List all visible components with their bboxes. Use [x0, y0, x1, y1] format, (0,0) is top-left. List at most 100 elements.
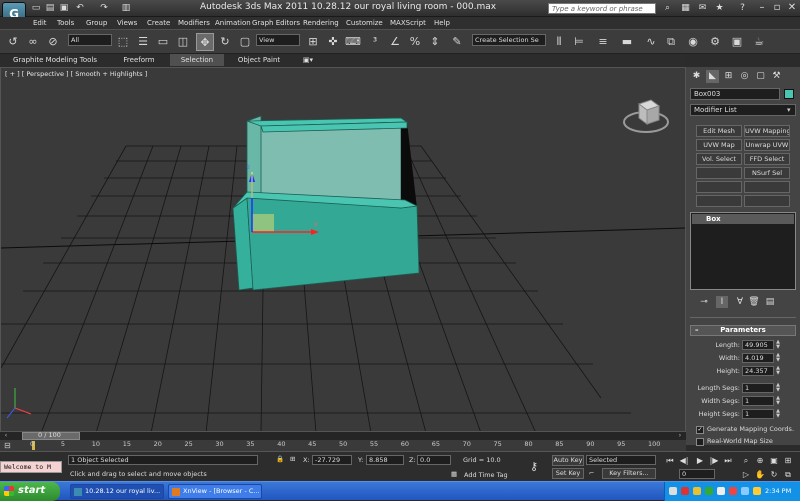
pin-stack-icon[interactable]: ⊸ [698, 296, 710, 308]
length-segs-field[interactable]: 1 [742, 383, 774, 393]
modifier-button-empty[interactable] [696, 195, 742, 207]
tray-alert-icon[interactable] [729, 487, 737, 495]
tray-volume-icon[interactable] [717, 487, 725, 495]
height-field[interactable]: 24.357 [742, 366, 774, 376]
modifier-stack[interactable]: Box [690, 212, 796, 290]
open-file-icon[interactable]: ▤ [44, 2, 56, 14]
modifier-button-empty[interactable] [696, 167, 742, 179]
object-name-field[interactable]: Box003 [690, 88, 780, 100]
menu-animation[interactable]: Animation [215, 17, 251, 29]
width-spinner[interactable]: ▲ ▼ [775, 353, 781, 363]
mini-curve-editor-icon[interactable]: ⊟ [4, 440, 20, 451]
set-key-button[interactable]: Set Key [552, 468, 584, 479]
graphite-ribbon-icon[interactable]: ▬ [618, 33, 636, 51]
menu-group[interactable]: Group [86, 17, 107, 29]
menu-rendering[interactable]: Rendering [303, 17, 339, 29]
tray-network-icon[interactable] [669, 487, 677, 495]
utilities-tab-icon[interactable]: ⚒ [770, 70, 783, 83]
zoom-all-icon[interactable]: ⊕ [754, 455, 766, 466]
track-bar[interactable]: ⊟ 0 5 10 15 20 25 30 35 40 45 50 55 60 65 70 75 80 85 90 95… [0, 440, 686, 451]
tab-freeform[interactable]: Freeform [112, 54, 166, 66]
length-segs-spinner[interactable]: ▲ ▼ [775, 383, 781, 393]
real-world-map-size-checkbox[interactable] [696, 438, 704, 446]
menu-views[interactable]: Views [117, 17, 137, 29]
material-editor-icon[interactable]: ◉ [684, 33, 702, 51]
menu-modifiers[interactable]: Modifiers [178, 17, 210, 29]
perspective-viewport[interactable]: [ + ] [ Perspective ] [ Smooth + Highlig… [0, 67, 686, 432]
select-and-move-icon[interactable]: ✥ [196, 33, 214, 51]
chevron-down-icon[interactable]: ▾ [787, 104, 796, 116]
mirror-icon[interactable]: ⫴ [550, 33, 568, 51]
help-icon[interactable]: ? [737, 3, 748, 14]
tab-object-paint[interactable]: Object Paint [232, 54, 286, 66]
go-to-end-icon[interactable]: ⏭ [722, 455, 734, 466]
start-button[interactable]: start [0, 482, 60, 501]
communication-center-icon[interactable]: ✉ [697, 3, 708, 14]
select-by-name-icon[interactable]: ☰ [134, 33, 152, 51]
subscription-icon[interactable]: ▦ [680, 3, 691, 14]
modifier-button-edit-mesh[interactable]: Edit Mesh [696, 125, 742, 137]
minimize-button[interactable]: – [755, 1, 769, 15]
time-slider-right-icon[interactable]: › [674, 432, 686, 440]
time-slider-left-icon[interactable]: ‹ [0, 432, 12, 440]
modifier-button-vol-select[interactable]: Vol. Select [696, 153, 742, 165]
unlink-icon[interactable]: ⊘ [44, 33, 62, 51]
display-tab-icon[interactable]: ▢ [754, 70, 767, 83]
tab-graphite-modeling-tools[interactable]: Graphite Modeling Tools [10, 54, 100, 66]
generate-mapping-checkbox[interactable]: ✓ [696, 426, 704, 434]
remove-modifier-icon[interactable]: 🗑 [748, 296, 760, 308]
modifier-button-nsurf-sel[interactable]: NSurf Sel [744, 167, 790, 179]
redo-icon[interactable]: ↷ [98, 2, 110, 14]
auto-key-button[interactable]: Auto Key [552, 455, 584, 466]
height-segs-spinner[interactable]: ▲ ▼ [775, 409, 781, 419]
select-and-manipulate-icon[interactable]: ✜ [324, 33, 342, 51]
zoom-extents-icon[interactable]: ▣ [768, 455, 780, 466]
maximize-viewport-icon[interactable]: ⧉ [782, 469, 794, 480]
tray-update-icon[interactable] [705, 487, 713, 495]
zoom-icon[interactable]: ⌕ [740, 455, 752, 466]
maxscript-listener[interactable]: Welcome to M [0, 461, 62, 473]
tray-display-icon[interactable] [741, 487, 749, 495]
select-and-link-icon[interactable]: ∞ [24, 33, 42, 51]
window-crossing-icon[interactable]: ◫ [174, 33, 192, 51]
x-coordinate-field[interactable]: -27.729 [312, 455, 352, 465]
motion-tab-icon[interactable]: ◎ [738, 70, 751, 83]
menu-customize[interactable]: Customize [346, 17, 383, 29]
create-tab-icon[interactable]: ✱ [690, 70, 703, 83]
undo-icon[interactable]: ↶ [74, 2, 86, 14]
align-icon[interactable]: ⊨ [570, 33, 588, 51]
menu-create[interactable]: Create [147, 17, 170, 29]
zoom-extents-all-icon[interactable]: ⊞ [782, 455, 794, 466]
key-filters-button[interactable]: Key Filters... [602, 468, 656, 479]
menu-maxscript[interactable]: MAXScript [390, 17, 426, 29]
width-field[interactable]: 4.019 [742, 353, 774, 363]
edit-named-selection-icon[interactable]: ✎ [448, 33, 466, 51]
snaps-toggle-icon[interactable]: ³ [366, 33, 384, 51]
favorites-star-icon[interactable]: ★ [714, 3, 725, 14]
absolute-mode-icon[interactable]: ⊞ [290, 455, 295, 463]
add-time-tag-button[interactable]: Add Time Tag [464, 471, 508, 479]
length-spinner[interactable]: ▲ ▼ [775, 340, 781, 350]
width-segs-field[interactable]: 1 [742, 396, 774, 406]
menu-tools[interactable]: Tools [57, 17, 74, 29]
make-unique-icon[interactable]: ∀ [734, 296, 746, 308]
search-icon[interactable]: ⌕ [662, 3, 673, 14]
keyboard-shortcut-icon[interactable]: ⌨ [344, 33, 362, 51]
previous-frame-icon[interactable]: ◀| [678, 455, 690, 466]
maximize-button[interactable]: ▫ [770, 1, 784, 15]
viewcube[interactable] [621, 90, 671, 140]
modifier-list-dropdown[interactable]: Modifier List [690, 104, 796, 116]
play-icon[interactable]: ▶ [694, 455, 706, 466]
key-icon[interactable]: ⚷ [530, 460, 538, 473]
tray-security-icon[interactable] [681, 487, 689, 495]
hierarchy-tab-icon[interactable]: ⊞ [722, 70, 735, 83]
lock-icon[interactable]: 🔒 [276, 455, 284, 463]
percent-snap-icon[interactable]: % [406, 33, 424, 51]
modifier-button-uvw-mapping[interactable]: UVW Mapping Ac [744, 125, 790, 137]
selection-filter-dropdown[interactable]: All [68, 34, 112, 46]
z-coordinate-field[interactable]: 0.0 [417, 455, 451, 465]
reference-coordinate-dropdown[interactable]: View [256, 34, 300, 46]
modifier-button-empty[interactable] [744, 181, 790, 193]
select-and-rotate-icon[interactable]: ↻ [216, 33, 234, 51]
taskbar-item-3dsmax[interactable]: 10.28.12 our royal liv... [70, 484, 164, 499]
